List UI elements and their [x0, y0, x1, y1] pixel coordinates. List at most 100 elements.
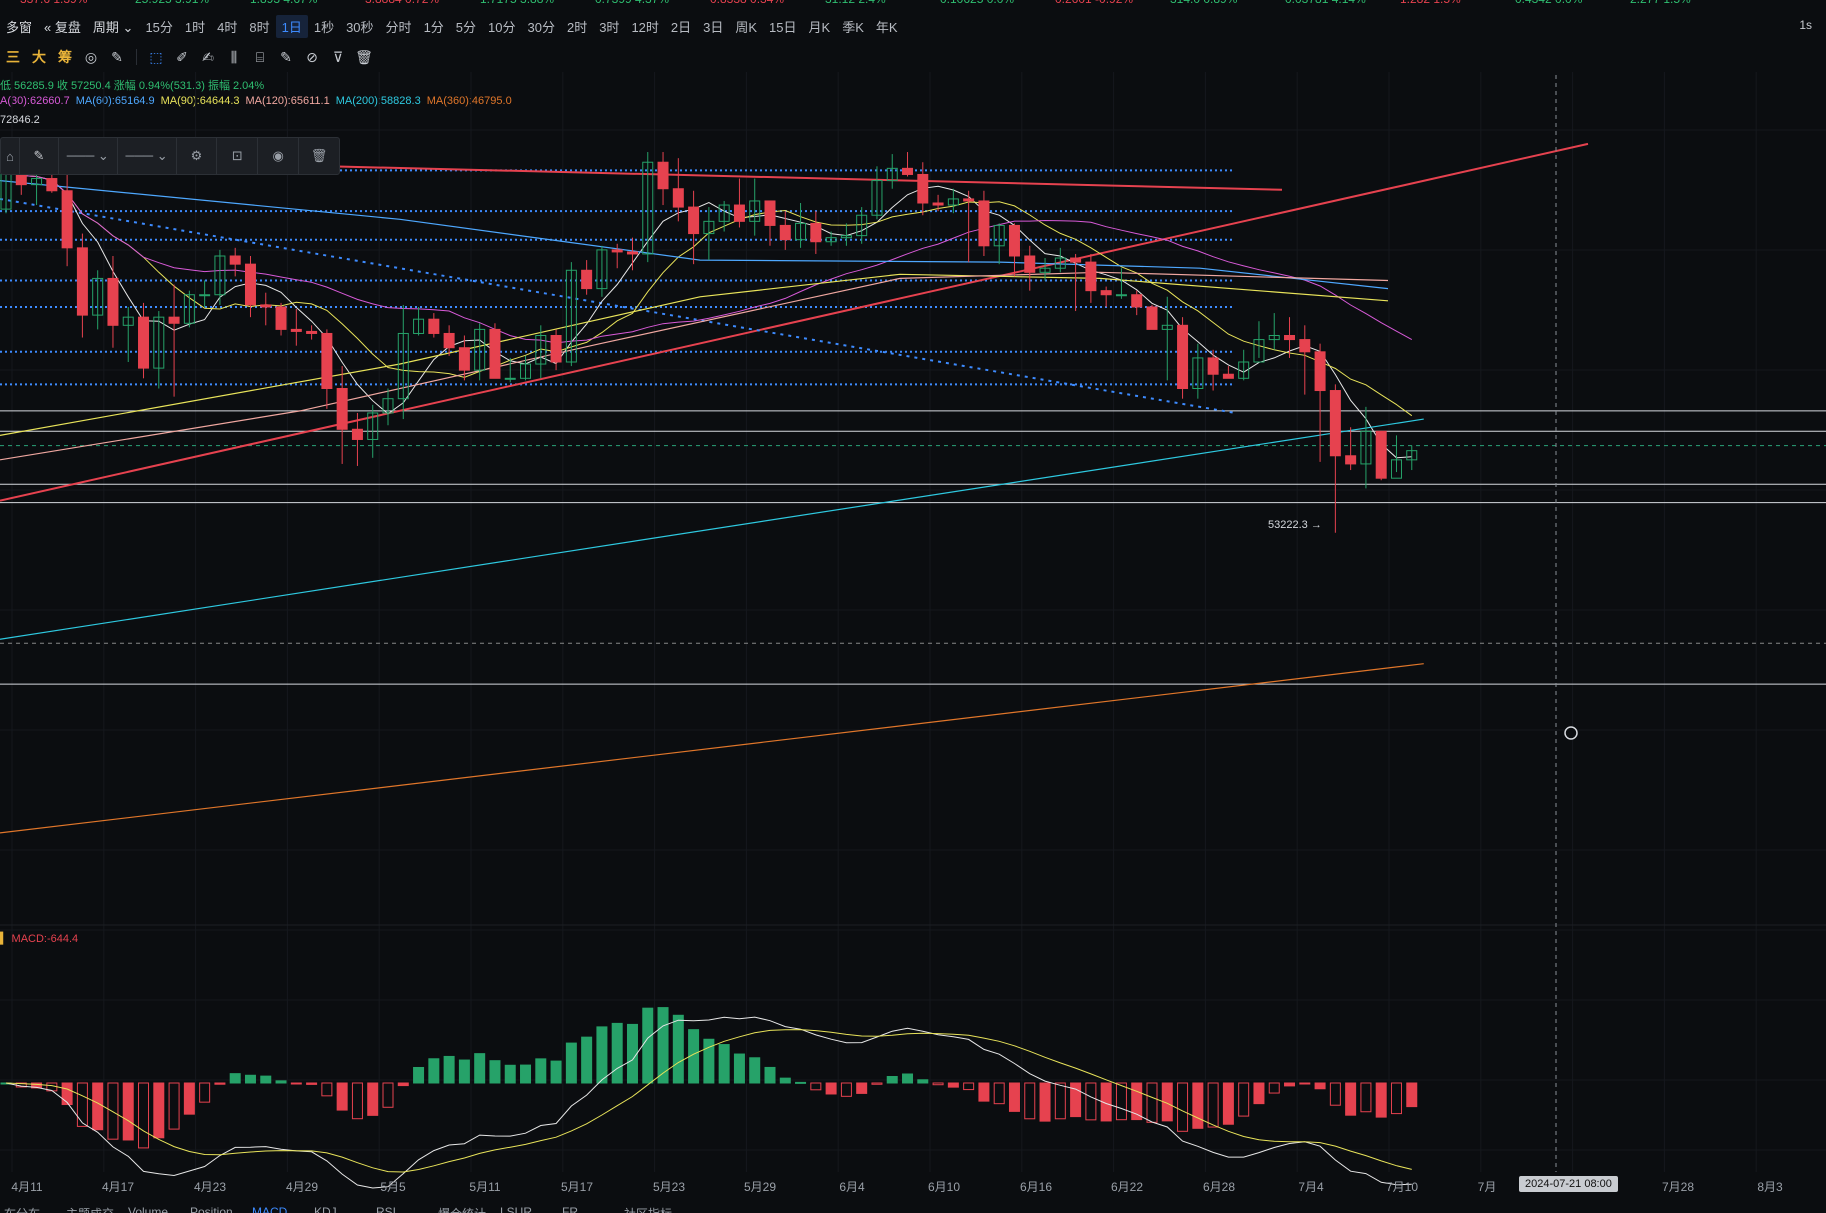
settings-icon[interactable]: ⚙ — [177, 138, 218, 174]
indicator-tab[interactable]: 社区指标 — [624, 1205, 672, 1213]
candle-body — [260, 304, 272, 308]
macd-bar — [107, 1082, 119, 1140]
macd-bar — [917, 1079, 929, 1084]
indicator-tab[interactable]: 爆仓统计 — [438, 1205, 486, 1213]
candle-body — [458, 347, 470, 371]
line-style-dropdown[interactable]: ─── ⌄ — [59, 138, 118, 174]
indicator-tab[interactable]: FR — [562, 1205, 578, 1213]
trendlines[interactable] — [0, 142, 1589, 502]
macd-bar — [489, 1060, 501, 1084]
macd-bar — [749, 1057, 761, 1084]
macd-bar — [244, 1074, 256, 1084]
macd-value: MACD:-644.4 — [11, 933, 79, 945]
macd-bar — [1192, 1082, 1204, 1129]
candle-body — [932, 202, 944, 206]
indicator-tab[interactable]: LSUR — [500, 1205, 532, 1213]
macd-bar — [290, 1082, 302, 1085]
macd-bar — [932, 1082, 944, 1086]
x-axis-label: 5月23 — [653, 1180, 685, 1194]
edit-pen-icon[interactable]: ✎ — [20, 138, 59, 174]
macd-bar — [367, 1082, 379, 1116]
x-axis-label: 5月11 — [469, 1180, 500, 1194]
macd-bar — [1115, 1082, 1127, 1121]
candles — [0, 137, 1418, 533]
candle-body — [1085, 261, 1097, 292]
macd-bar — [978, 1082, 990, 1102]
x-axis-label: 7月10 — [1386, 1180, 1418, 1194]
candle-body — [917, 173, 929, 204]
visibility-icon[interactable]: ◉ — [258, 138, 300, 174]
macd-bar — [1390, 1082, 1402, 1115]
candle-body — [321, 332, 333, 390]
macd-bar — [504, 1064, 516, 1084]
macd-bar — [871, 1082, 883, 1085]
macd-bar — [1360, 1082, 1372, 1113]
candle-body — [1070, 257, 1082, 263]
macd-bar — [718, 1044, 730, 1084]
candle-body — [244, 263, 256, 306]
candle-body — [688, 206, 700, 235]
macd-bar — [810, 1082, 822, 1091]
indicator-tab[interactable]: Volume — [128, 1205, 168, 1213]
price-chart[interactable]: 4月11 4月17 4月23 4月29 5月5 5月11 5月17 5月23 5月29 6月4 6月… — [0, 0, 1826, 1213]
x-axis-label: 6月22 — [1111, 1180, 1143, 1194]
x-axis-label: 4月29 — [286, 1180, 318, 1194]
macd-bar — [1146, 1082, 1158, 1123]
grid — [0, 72, 1826, 1172]
macd-bar — [1284, 1082, 1296, 1087]
macd-bar — [1253, 1082, 1265, 1105]
x-axis-label: 6月4 — [839, 1180, 865, 1194]
macd-bar — [1268, 1082, 1280, 1094]
candle-body — [1222, 373, 1234, 379]
indicator-tab[interactable]: 布分布 — [4, 1205, 40, 1213]
candle-body — [1314, 351, 1326, 392]
candle-body — [107, 277, 119, 326]
candle-body — [1207, 357, 1219, 375]
x-axis-label: 8月3 — [1757, 1180, 1783, 1194]
lock-icon[interactable]: ⌂ — [1, 138, 20, 174]
horizontal-levels — [0, 169, 1826, 685]
low-marker: 53222.3 → — [1268, 519, 1322, 531]
crosshair-handle[interactable] — [1564, 726, 1578, 740]
macd-bar — [1177, 1082, 1189, 1132]
indicator-tab[interactable]: Position — [190, 1205, 233, 1213]
macd-bar — [382, 1082, 394, 1108]
candle-body — [611, 249, 623, 253]
support-trendline[interactable] — [0, 142, 1589, 502]
x-axis-label: 4月23 — [194, 1180, 226, 1194]
macd-bar — [1085, 1082, 1097, 1121]
indicator-tab[interactable]: KDJ — [314, 1205, 337, 1213]
line-width-dropdown[interactable]: ─── ⌄ — [118, 138, 177, 174]
candle-body — [779, 224, 791, 241]
ma10-line — [5, 165, 1413, 417]
candle-body — [168, 316, 180, 324]
macd-bar — [1222, 1082, 1234, 1125]
candle-body — [1375, 430, 1387, 479]
x-axis-label: 7月4 — [1298, 1180, 1324, 1194]
macd-bar — [764, 1066, 776, 1084]
candle-body — [1284, 335, 1296, 341]
candle-body — [290, 328, 302, 332]
indicator-tab[interactable]: MACD — [252, 1205, 287, 1213]
macd-bar — [443, 1055, 455, 1084]
candle-body — [1024, 255, 1036, 273]
candle-body — [428, 318, 440, 334]
candle-body — [443, 332, 455, 349]
candle-body — [1100, 290, 1112, 296]
dashed-trendline[interactable] — [0, 197, 1236, 414]
indicator-tab[interactable]: 主题成交 — [66, 1205, 114, 1213]
candle-body — [1115, 294, 1127, 297]
candle-body — [810, 222, 822, 243]
trash-icon[interactable]: 🗑 — [299, 138, 339, 174]
macd-bar — [795, 1081, 807, 1084]
macd-bar — [825, 1082, 837, 1095]
macd-bar — [61, 1082, 73, 1106]
x-axis-label: 5月29 — [744, 1180, 776, 1194]
candle-body — [1146, 306, 1158, 330]
unlock-icon[interactable]: ⊡ — [217, 138, 259, 174]
macd-bar — [229, 1073, 241, 1084]
macd-bar — [626, 1023, 638, 1084]
macd-bar — [535, 1058, 547, 1084]
indicator-tab[interactable]: RSI — [376, 1205, 396, 1213]
candle-body — [138, 316, 150, 369]
